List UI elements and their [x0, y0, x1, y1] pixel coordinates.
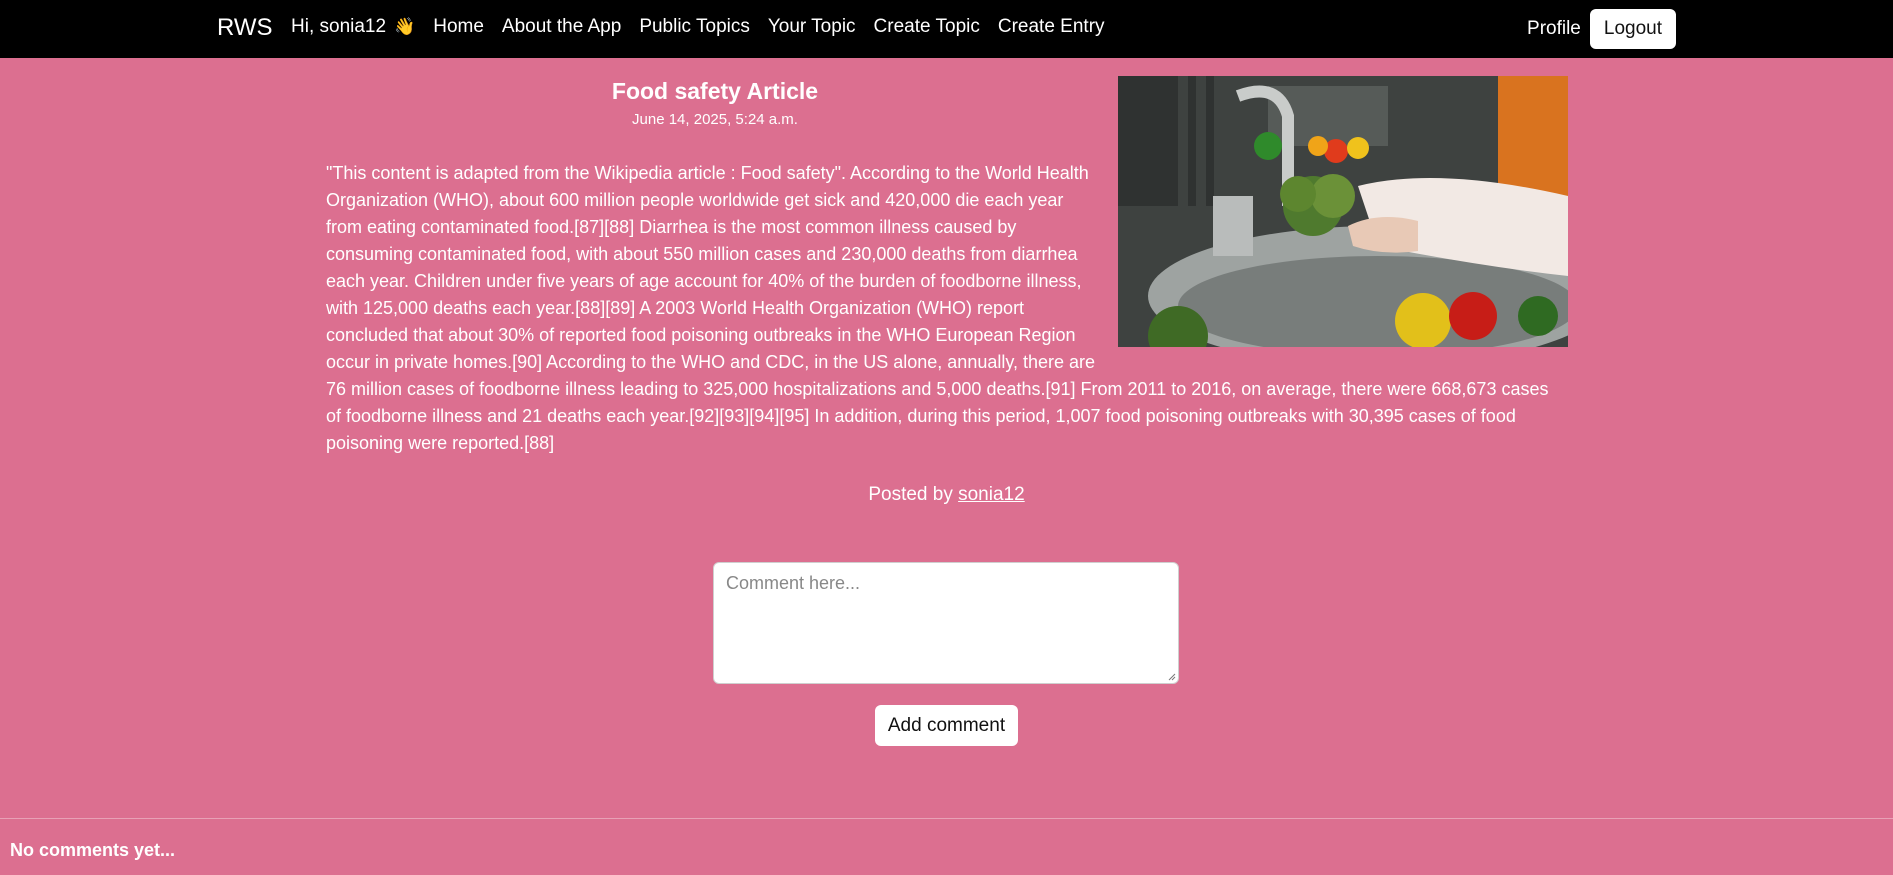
logout-button[interactable]: Logout	[1589, 9, 1676, 49]
navbar-inner: RWS Hi, sonia12 👋 Home About the App Publ…	[217, 0, 1676, 58]
nav-right: Profile Logout	[1527, 9, 1676, 49]
navbar: RWS Hi, sonia12 👋 Home About the App Publ…	[0, 0, 1893, 58]
washing-vegetables-photo	[1118, 76, 1568, 347]
article: Food safety Article June 14, 2025, 5:24 …	[326, 74, 1568, 457]
posted-by-label: Posted by	[868, 484, 953, 505]
article-date: June 14, 2025, 5:24 a.m.	[632, 111, 798, 128]
nav-your-topic-link[interactable]: Your Topic	[768, 16, 856, 38]
article-title: Food safety Article	[611, 78, 819, 104]
article-header: Food safety Article June 14, 2025, 5:24 …	[326, 78, 1118, 128]
article-image	[1118, 76, 1568, 347]
nav-public-topics-link[interactable]: Public Topics	[639, 16, 750, 38]
divider	[0, 818, 1893, 819]
resize-grip-icon[interactable]	[1166, 671, 1176, 681]
author-link[interactable]: sonia12	[958, 484, 1025, 505]
add-comment-button[interactable]: Add comment	[875, 705, 1018, 746]
brand-link[interactable]: RWS	[217, 14, 273, 42]
comment-placeholder: Comment here...	[726, 573, 861, 593]
posted-by: Posted by sonia12	[0, 484, 1893, 506]
nav-about-link[interactable]: About the App	[502, 16, 621, 38]
no-comments-message: No comments yet...	[10, 840, 176, 860]
greeting-text: Hi, sonia12 👋	[291, 16, 415, 38]
comment-textarea[interactable]: Comment here...	[713, 562, 1179, 684]
nav-links: Hi, sonia12 👋 Home About the App Public T…	[291, 16, 1123, 38]
nav-create-entry-link[interactable]: Create Entry	[998, 16, 1105, 38]
nav-home-link[interactable]: Home	[433, 16, 484, 38]
profile-link[interactable]: Profile	[1527, 18, 1581, 40]
waving-hand-icon: 👋	[394, 17, 416, 36]
nav-create-topic-link[interactable]: Create Topic	[874, 16, 980, 38]
greeting-label: Hi, sonia12	[291, 16, 387, 37]
